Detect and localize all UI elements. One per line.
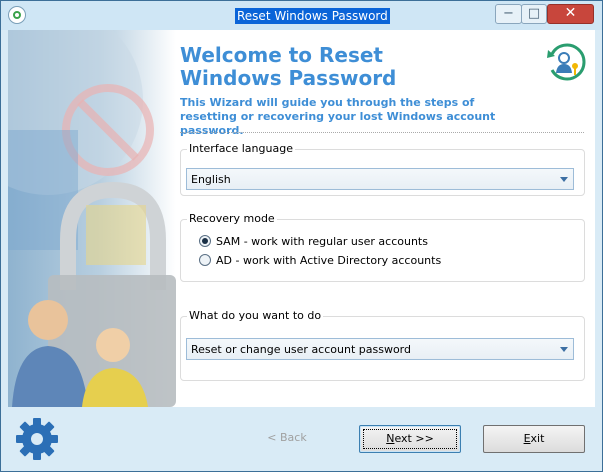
- radio-sam-indicator[interactable]: [199, 235, 211, 247]
- close-icon: ✕: [564, 5, 577, 21]
- task-value: Reset or change user account password: [191, 343, 411, 356]
- close-button[interactable]: ✕: [547, 4, 594, 24]
- next-button[interactable]: Next >>: [359, 425, 461, 453]
- app-icon[interactable]: [8, 6, 26, 24]
- task-select[interactable]: Reset or change user account password: [186, 338, 574, 360]
- maximize-icon: □: [527, 6, 541, 21]
- next-button-label: ext >>: [394, 432, 434, 445]
- dropdown-arrow-icon: [560, 347, 568, 352]
- next-button-mnemonic: N: [386, 432, 395, 445]
- task-group: What do you want to do Reset or change u…: [180, 309, 585, 381]
- radio-ad-indicator[interactable]: [199, 254, 211, 266]
- window-title: Reset Windows Password: [235, 8, 390, 24]
- maximize-button[interactable]: □: [521, 4, 547, 24]
- title-bar[interactable]: Reset Windows Password − □ ✕: [1, 1, 602, 30]
- radio-ad-label: AD - work with Active Directory accounts: [216, 254, 442, 267]
- reset-user-key-icon: [547, 43, 586, 81]
- gear-icon: [16, 418, 58, 460]
- page-title: Welcome to Reset Windows Password: [180, 43, 397, 90]
- back-button[interactable]: < Back: [251, 425, 323, 453]
- exit-button[interactable]: Exit: [483, 425, 585, 453]
- minimize-icon: −: [503, 6, 514, 21]
- side-illustration: [8, 30, 176, 407]
- wizard-page: Welcome to Reset Windows Password This W…: [8, 30, 595, 407]
- task-label: What do you want to do: [187, 309, 324, 322]
- exit-button-label: xit: [530, 432, 545, 445]
- radio-sam-label: SAM - work with regular user accounts: [216, 235, 428, 248]
- minimize-button[interactable]: −: [495, 4, 522, 24]
- interface-language-select[interactable]: English: [186, 168, 574, 190]
- recovery-mode-group: Recovery mode SAM - work with regular us…: [180, 212, 585, 282]
- interface-language-label: Interface language: [187, 142, 295, 155]
- wizard-window: Reset Windows Password − □ ✕ Welcome to …: [0, 0, 603, 472]
- dropdown-arrow-icon: [560, 177, 568, 182]
- back-button-label: < Back: [267, 431, 307, 444]
- recovery-mode-label: Recovery mode: [187, 212, 277, 225]
- content-area: Welcome to Reset Windows Password This W…: [180, 30, 590, 407]
- divider: [180, 132, 584, 133]
- button-bar: < Back Next >> Exit: [1, 407, 602, 471]
- interface-language-group: Interface language English: [180, 142, 585, 196]
- interface-language-value: English: [191, 173, 231, 186]
- exit-button-mnemonic: E: [523, 432, 531, 445]
